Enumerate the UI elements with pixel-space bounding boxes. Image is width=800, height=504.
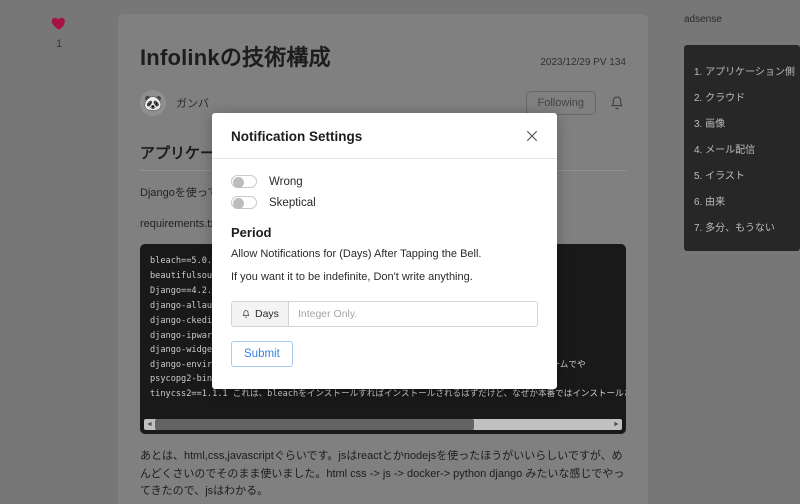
toggle-wrong-label: Wrong [269, 175, 303, 188]
switch-row-skeptical[interactable]: Skeptical [231, 196, 538, 209]
days-field[interactable]: Days [231, 301, 538, 328]
dialog-title: Notification Settings [231, 128, 363, 144]
dialog-body: Wrong Skeptical Period Allow Notificatio… [212, 159, 557, 389]
notification-settings-dialog: Notification Settings Wrong Skeptical Pe… [212, 113, 557, 390]
switch-row-wrong[interactable]: Wrong [231, 175, 538, 188]
toggle-wrong[interactable] [231, 175, 257, 188]
days-addon-label: Days [255, 308, 279, 321]
toggle-knob [233, 198, 244, 209]
dialog-header: Notification Settings [212, 113, 557, 159]
period-description-line-2: If you want it to be indefinite, Don't w… [231, 270, 473, 283]
toggle-skeptical[interactable] [231, 196, 257, 209]
toggle-skeptical-label: Skeptical [269, 196, 316, 209]
bell-icon [242, 310, 250, 318]
period-description-line-1: Allow Notifications for (Days) After Tap… [231, 248, 482, 260]
period-heading: Period [231, 225, 272, 240]
toggle-knob [233, 177, 244, 188]
submit-button[interactable]: Submit [231, 341, 293, 368]
days-input-addon: Days [232, 302, 289, 327]
days-input[interactable] [288, 302, 537, 327]
close-icon[interactable] [524, 128, 540, 144]
page-root: 1 Infolinkの技術構成 2023/12/29 PV 134 🐼 ガンバ … [0, 0, 800, 504]
